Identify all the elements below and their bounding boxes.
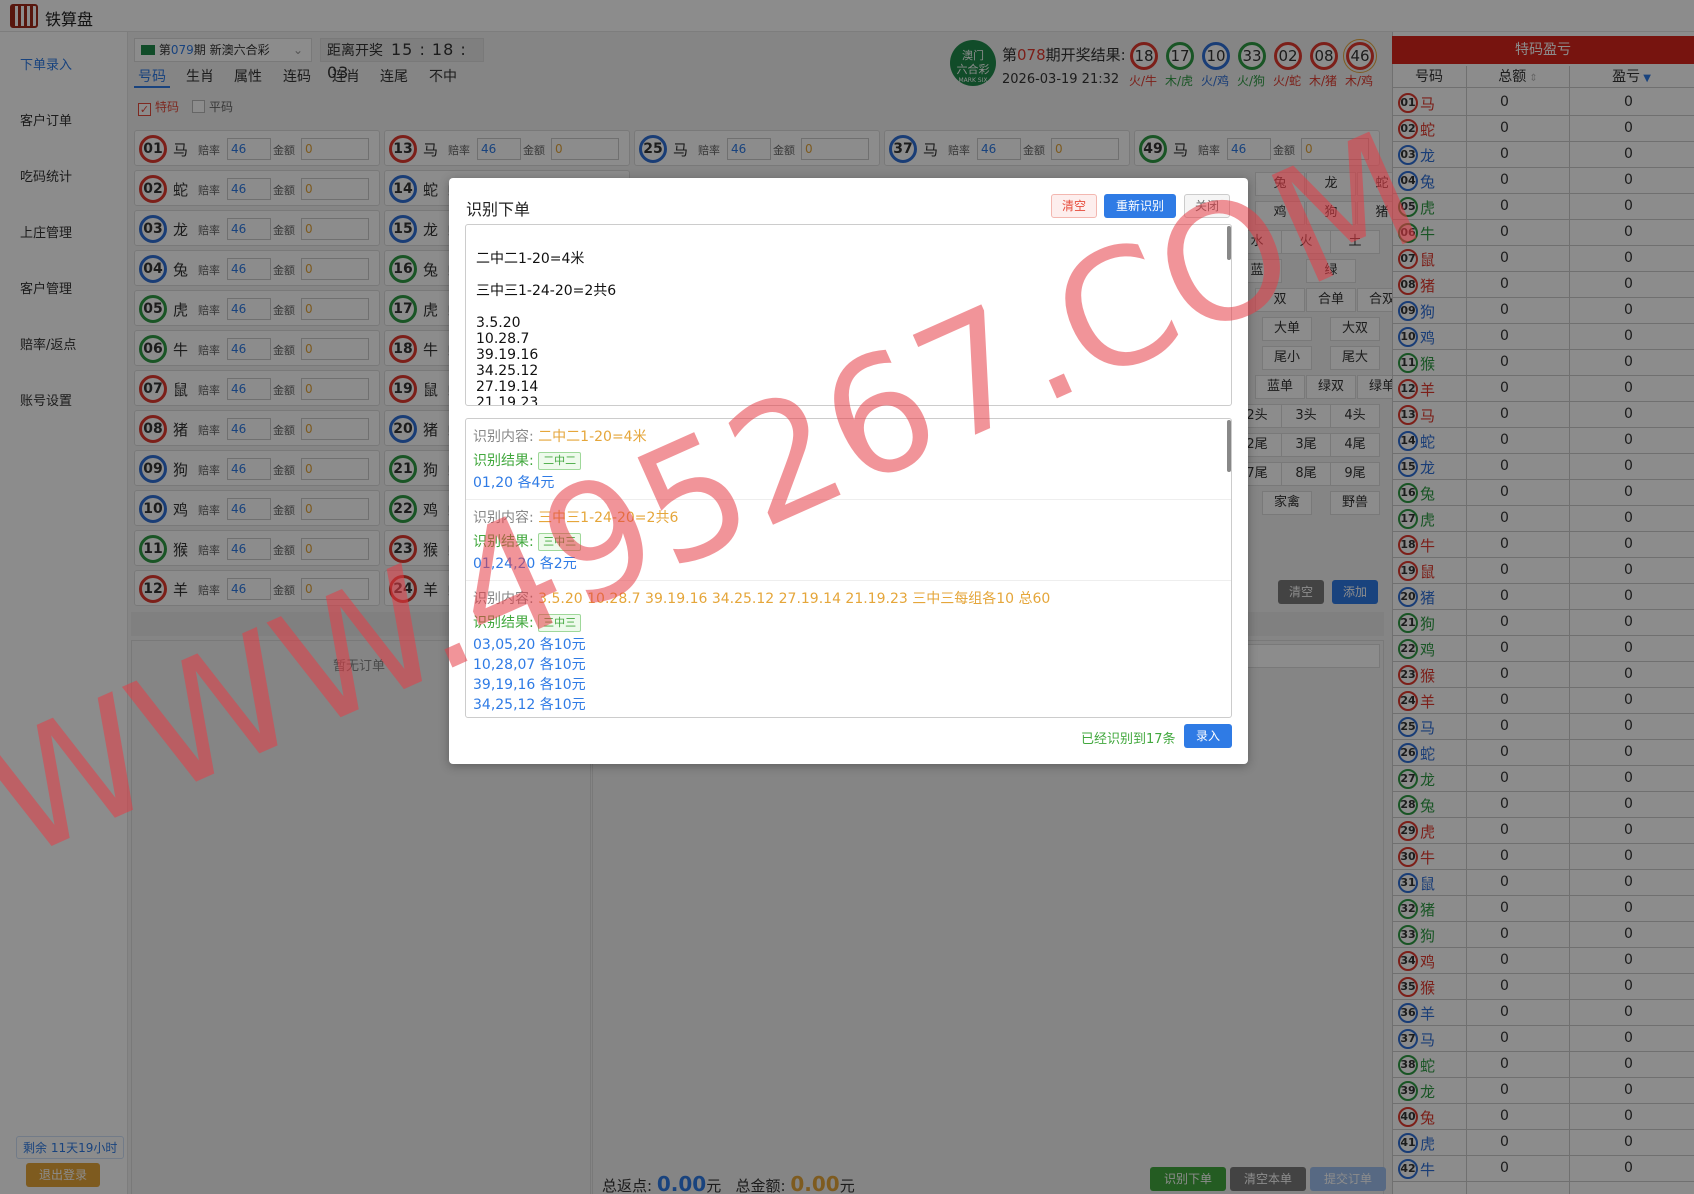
text-line: 二中二1-20=4米 [476, 251, 585, 267]
order-text-input[interactable]: 二中二1-20=4米三中三1-24-20=2共6 3.5.20 10.28.7 39.… [465, 224, 1232, 406]
result-group: 识别内容: 二中二1-20=4米 识别结果: 二中二 01,20 各4元 [466, 419, 1231, 500]
text-line: 27.19.14 [476, 379, 539, 395]
text-line: 三中三1-24-20=2共6 [476, 283, 617, 299]
recognized-content: 3.5.20 10.28.7 39.19.16 34.25.12 27.19.1… [538, 591, 1051, 607]
re-recognize-button[interactable]: 重新识别 [1104, 194, 1176, 218]
scrollbar[interactable] [1227, 226, 1231, 260]
bet-line: 03,05,20 各10元 [473, 637, 586, 653]
text-line [476, 299, 1231, 315]
recognized-content: 二中二1-20=4米 [538, 429, 647, 445]
dialog-close-button[interactable]: 关闭 [1184, 194, 1230, 218]
play-type-tag: 三中三 [538, 614, 582, 632]
bet-line: 01,24,20 各2元 [473, 556, 577, 572]
bet-line: 10,28,07 各10元 [473, 657, 586, 673]
play-type-tag: 二中二 [538, 452, 582, 470]
bet-line: 39,19,16 各10元 [473, 677, 586, 693]
enter-button[interactable]: 录入 [1184, 724, 1232, 748]
text-line [476, 267, 1231, 283]
text-line: 10.28.7 [476, 331, 530, 347]
dialog-clear-button[interactable]: 清空 [1051, 194, 1097, 218]
bet-line: 34,25,12 各10元 [473, 697, 586, 713]
result-group: 识别内容: 3.5.20 10.28.7 39.19.16 34.25.12 2… [466, 581, 1231, 717]
scrollbar[interactable] [1227, 420, 1231, 472]
text-line: 3.5.20 [476, 315, 521, 331]
play-type-tag: 三中三 [538, 533, 582, 551]
text-line: 21.19.23 [476, 395, 539, 406]
recognized-content: 三中三1-24-20=2共6 [538, 510, 679, 526]
bet-line: 01,20 各4元 [473, 475, 555, 491]
recognition-results: 识别内容: 二中二1-20=4米 识别结果: 二中二 01,20 各4元 识别内容: … [465, 418, 1232, 718]
text-line: 34.25.12 [476, 363, 539, 379]
text-line: 39.19.16 [476, 347, 539, 363]
dialog-title: 识别下单 [466, 200, 531, 219]
bet-line: 27,19,14 各10元 [473, 715, 1223, 717]
text-line [476, 235, 1231, 251]
result-group: 识别内容: 三中三1-24-20=2共6 识别结果: 三中三 01,24,20 各2… [466, 500, 1231, 581]
recognized-count: 已经识别到17条 [1081, 732, 1176, 747]
